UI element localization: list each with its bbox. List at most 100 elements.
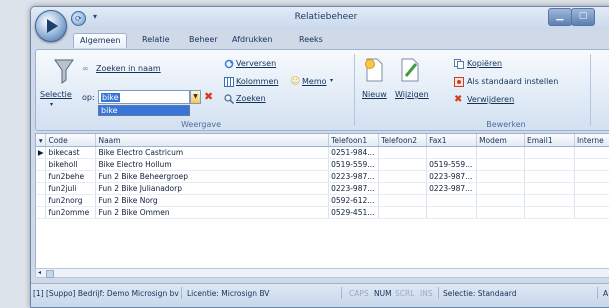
status-licentie: Licentie: Microsign BV bbox=[187, 289, 270, 298]
table-cell[interactable]: fun2behe bbox=[45, 170, 97, 183]
table-cell[interactable]: Fun 2 Bike Beheergroep bbox=[95, 170, 330, 183]
table-cell[interactable]: 0251-984... bbox=[328, 146, 380, 159]
table-cell[interactable] bbox=[524, 146, 575, 159]
scroll-left-icon[interactable]: ◂ bbox=[38, 269, 41, 276]
kopieren-button[interactable]: Kopiëren bbox=[467, 59, 502, 68]
column-header-telefoon1[interactable]: Telefoon1 bbox=[328, 134, 380, 147]
table-cell[interactable]: fun2juli bbox=[45, 182, 97, 195]
table-cell[interactable] bbox=[574, 206, 609, 219]
table-row[interactable]: ▶ bikecast Bike Electro Castricum 0251-984.… bbox=[36, 146, 609, 159]
dropdown-option[interactable]: bike bbox=[99, 106, 189, 115]
table-cell[interactable]: 0592-612... bbox=[328, 194, 380, 207]
scrollbar-thumb[interactable] bbox=[46, 270, 54, 278]
minimize-button[interactable]: ▁ bbox=[548, 8, 572, 26]
table-cell[interactable] bbox=[524, 170, 575, 183]
table-cell[interactable]: Bike Electro Hollum bbox=[95, 158, 330, 171]
column-header-interne[interactable]: Interne bbox=[574, 134, 609, 147]
table-cell[interactable] bbox=[378, 194, 428, 207]
table-cell[interactable]: 0223-987... bbox=[426, 182, 478, 195]
als-standaard-button[interactable]: Als standaard instellen bbox=[467, 77, 558, 86]
table-cell[interactable] bbox=[574, 146, 609, 159]
table-cell[interactable]: 0223-987... bbox=[328, 182, 380, 195]
table-cell[interactable] bbox=[378, 170, 428, 183]
table-cell[interactable]: 0519-559... bbox=[328, 158, 380, 171]
play-arrow-icon bbox=[47, 19, 58, 33]
table-row[interactable]: fun2norg Fun 2 Bike Norg 0592-612... bbox=[36, 194, 609, 207]
table-cell[interactable]: Bike Electro Castricum bbox=[95, 146, 330, 159]
row-indicator bbox=[36, 194, 47, 207]
table-cell[interactable]: 0223-987... bbox=[426, 170, 478, 183]
column-header-fax1[interactable]: Fax1 bbox=[426, 134, 478, 147]
table-cell[interactable] bbox=[574, 158, 609, 171]
table-cell[interactable] bbox=[476, 146, 526, 159]
search-dropdown-button[interactable]: ▼ bbox=[190, 90, 201, 104]
table-cell[interactable] bbox=[524, 158, 575, 171]
table-cell[interactable] bbox=[426, 146, 478, 159]
kolommen-button[interactable]: Kolommen bbox=[236, 77, 278, 86]
table-cell[interactable] bbox=[524, 206, 575, 219]
table-cell[interactable]: 0223-987... bbox=[328, 170, 380, 183]
memo-button[interactable]: Memo bbox=[302, 77, 327, 86]
column-header-telefoon2[interactable]: Telefoon2 bbox=[378, 134, 428, 147]
tab-reeks[interactable]: Reeks bbox=[299, 35, 323, 44]
table-cell[interactable] bbox=[524, 182, 575, 195]
maximize-button[interactable]: ▢ bbox=[571, 8, 595, 26]
wijzigen-button[interactable]: Wijzigen bbox=[395, 90, 429, 99]
application-menu-button[interactable] bbox=[35, 10, 67, 42]
table-cell[interactable] bbox=[574, 182, 609, 195]
table-cell[interactable]: Fun 2 Bike Ommen bbox=[95, 206, 330, 219]
table-cell[interactable]: fun2omme bbox=[45, 206, 97, 219]
current-row-indicator-icon: ▶ bbox=[36, 146, 47, 159]
sort-arrow-icon[interactable]: ▾ bbox=[36, 134, 47, 147]
table-cell[interactable]: Fun 2 Bike Julianadorp bbox=[95, 182, 330, 195]
table-cell[interactable] bbox=[426, 206, 478, 219]
column-header-code[interactable]: Code bbox=[45, 134, 97, 147]
zoeken-button[interactable]: Zoeken bbox=[236, 94, 266, 103]
table-cell[interactable] bbox=[476, 182, 526, 195]
tab-afdrukken[interactable]: Afdrukken bbox=[232, 35, 272, 44]
table-cell[interactable]: Fun 2 Bike Norg bbox=[95, 194, 330, 207]
table-cell[interactable] bbox=[378, 206, 428, 219]
memo-dropdown-arrow[interactable]: ▾ bbox=[330, 77, 333, 84]
table-row[interactable]: fun2omme Fun 2 Bike Ommen 0529-451... bbox=[36, 206, 609, 219]
status-user: [1] [Suppo] Bedrijf: Demo Microsign bv bbox=[33, 289, 179, 298]
zoeken-in-naam-button[interactable]: Zoeken in naam bbox=[96, 64, 161, 73]
verversen-button[interactable]: Verversen bbox=[236, 59, 276, 68]
tab-relatie[interactable]: Relatie bbox=[142, 35, 170, 44]
new-document-icon bbox=[365, 58, 383, 82]
group-separator bbox=[590, 54, 591, 126]
clear-x-icon[interactable]: ✖ bbox=[204, 90, 213, 103]
column-header-naam[interactable]: Naam bbox=[95, 134, 330, 147]
table-row[interactable]: bikeholl Bike Electro Hollum 0519-559... 05… bbox=[36, 158, 609, 171]
table-cell[interactable] bbox=[476, 194, 526, 207]
group-label-bewerken: Bewerken bbox=[486, 120, 526, 129]
table-cell[interactable] bbox=[574, 194, 609, 207]
table-cell[interactable]: bikeholl bbox=[45, 158, 97, 171]
horizontal-scrollbar[interactable]: ◂ ▸ bbox=[35, 268, 609, 278]
relations-table: ▾ Code Naam Telefoon1 Telefoon2 Fax1 Mod… bbox=[36, 134, 609, 219]
column-header-email1[interactable]: Email1 bbox=[524, 134, 575, 147]
table-cell[interactable] bbox=[476, 206, 526, 219]
table-cell[interactable] bbox=[426, 194, 478, 207]
table-cell[interactable] bbox=[476, 158, 526, 171]
table-cell[interactable] bbox=[574, 170, 609, 183]
table-cell[interactable] bbox=[378, 182, 428, 195]
table-cell[interactable]: bikecast bbox=[45, 146, 97, 159]
table-row[interactable]: fun2juli Fun 2 Bike Julianadorp 0223-987..… bbox=[36, 182, 609, 195]
tab-algemeen[interactable]: Algemeen bbox=[73, 33, 128, 48]
table-row[interactable]: fun2behe Fun 2 Bike Beheergroep 0223-987..… bbox=[36, 170, 609, 183]
table-cell[interactable]: 0529-451... bbox=[328, 206, 380, 219]
selectie-button[interactable]: Selectie bbox=[40, 90, 72, 99]
table-cell[interactable]: fun2norg bbox=[45, 194, 97, 207]
table-cell[interactable]: 0519-559... bbox=[426, 158, 478, 171]
column-header-modem[interactable]: Modem bbox=[476, 134, 526, 147]
table-cell[interactable] bbox=[378, 146, 428, 159]
table-cell[interactable] bbox=[476, 170, 526, 183]
nieuw-button[interactable]: Nieuw bbox=[362, 90, 387, 99]
table-cell[interactable] bbox=[524, 194, 575, 207]
verwijderen-button[interactable]: Verwijderen bbox=[467, 95, 514, 104]
tab-beheer[interactable]: Beheer bbox=[189, 35, 218, 44]
search-input[interactable]: bike bbox=[98, 90, 190, 104]
selectie-dropdown-arrow[interactable]: ▾ bbox=[50, 101, 53, 108]
table-cell[interactable] bbox=[378, 158, 428, 171]
